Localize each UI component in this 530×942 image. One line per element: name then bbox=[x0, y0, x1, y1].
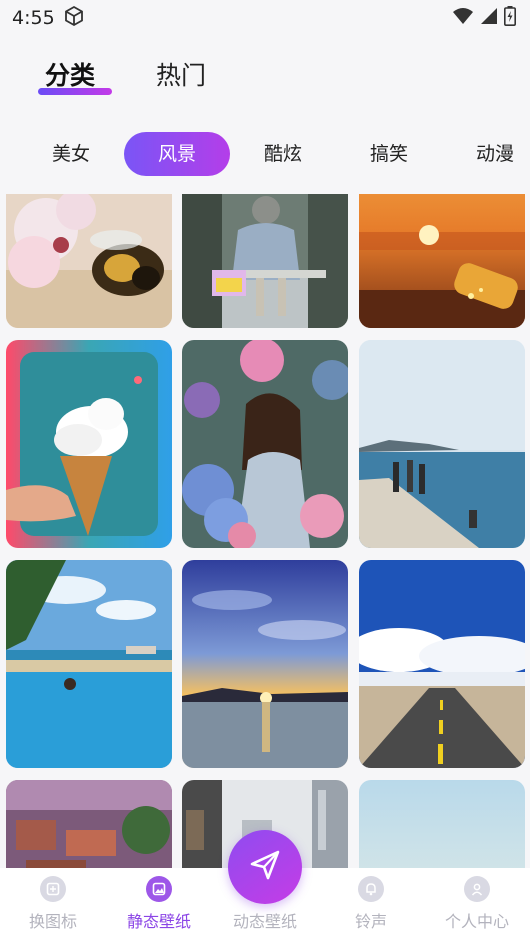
box-icon bbox=[63, 5, 85, 32]
nav-ringtone[interactable]: 铃声 bbox=[318, 876, 424, 932]
wallpaper-tile[interactable] bbox=[182, 560, 348, 768]
wallpaper-infinity-pool-tropical bbox=[6, 560, 172, 768]
wallpaper-people-on-pier-by-sea bbox=[359, 340, 525, 548]
wallpaper-tile[interactable] bbox=[6, 194, 172, 328]
wallpaper-tile[interactable] bbox=[359, 194, 525, 328]
nav-change-icon-label: 换图标 bbox=[28, 912, 77, 931]
wallpaper-village-houses bbox=[6, 780, 172, 868]
status-bar: 4:55 bbox=[0, 0, 530, 36]
wallpaper-sunset-over-lake bbox=[182, 560, 348, 768]
wallpaper-tile[interactable] bbox=[6, 340, 172, 548]
signal-icon bbox=[480, 7, 498, 29]
wifi-icon bbox=[452, 7, 474, 29]
app-screen: 4:55 分类 热门 美女 风景 酷炫 搞笑 动漫 换图标 静态壁纸 动态壁纸 … bbox=[0, 0, 530, 942]
send-icon bbox=[248, 848, 282, 886]
nav-change-icon[interactable]: 换图标 bbox=[0, 876, 106, 932]
user-icon bbox=[464, 876, 490, 902]
nav-ringtone-label: 铃声 bbox=[354, 912, 387, 931]
chip-scenery[interactable]: 风景 bbox=[124, 132, 230, 176]
chip-cool[interactable]: 酷炫 bbox=[246, 132, 320, 176]
active-tab-indicator bbox=[38, 88, 112, 95]
image-icon bbox=[146, 876, 172, 902]
category-chips: 美女 风景 酷炫 搞笑 动漫 bbox=[0, 132, 530, 178]
nav-static-wallpaper[interactable]: 静态壁纸 bbox=[106, 876, 212, 932]
dynamic-wallpaper-fab[interactable] bbox=[228, 830, 302, 904]
wallpaper-girl-on-swing bbox=[182, 194, 348, 328]
wallpaper-sunset-bottle-on-beach bbox=[359, 194, 525, 328]
wallpaper-grid bbox=[0, 194, 530, 868]
wallpaper-tile[interactable] bbox=[359, 780, 525, 868]
tab-category[interactable]: 分类 bbox=[45, 56, 95, 92]
status-time: 4:55 bbox=[12, 7, 55, 29]
wallpaper-tile[interactable] bbox=[182, 340, 348, 548]
wallpaper-tile[interactable] bbox=[6, 560, 172, 768]
wallpaper-cloud-ice-cream-cone bbox=[6, 340, 172, 548]
wallpaper-tile[interactable] bbox=[182, 194, 348, 328]
wallpaper-tile[interactable] bbox=[359, 560, 525, 768]
battery-icon bbox=[504, 6, 516, 30]
wallpaper-tile[interactable] bbox=[359, 340, 525, 548]
tab-hot[interactable]: 热门 bbox=[156, 56, 206, 92]
chip-anime[interactable]: 动漫 bbox=[458, 132, 530, 176]
wallpaper-pale-sky bbox=[359, 780, 525, 868]
wallpaper-girl-in-flowers bbox=[182, 340, 348, 548]
bell-icon bbox=[358, 876, 384, 902]
replace-icon-icon bbox=[40, 876, 66, 902]
nav-profile[interactable]: 个人中心 bbox=[424, 876, 530, 932]
nav-profile-label: 个人中心 bbox=[444, 912, 509, 931]
wallpaper-bee-on-blossom bbox=[6, 194, 172, 328]
wallpaper-road-under-blue-sky bbox=[359, 560, 525, 768]
wallpaper-tile[interactable] bbox=[6, 780, 172, 868]
chip-beauty[interactable]: 美女 bbox=[34, 132, 108, 176]
nav-static-wallpaper-label: 静态壁纸 bbox=[126, 912, 191, 931]
nav-dynamic-wallpaper-label: 动态壁纸 bbox=[232, 912, 297, 931]
chip-funny[interactable]: 搞笑 bbox=[352, 132, 426, 176]
